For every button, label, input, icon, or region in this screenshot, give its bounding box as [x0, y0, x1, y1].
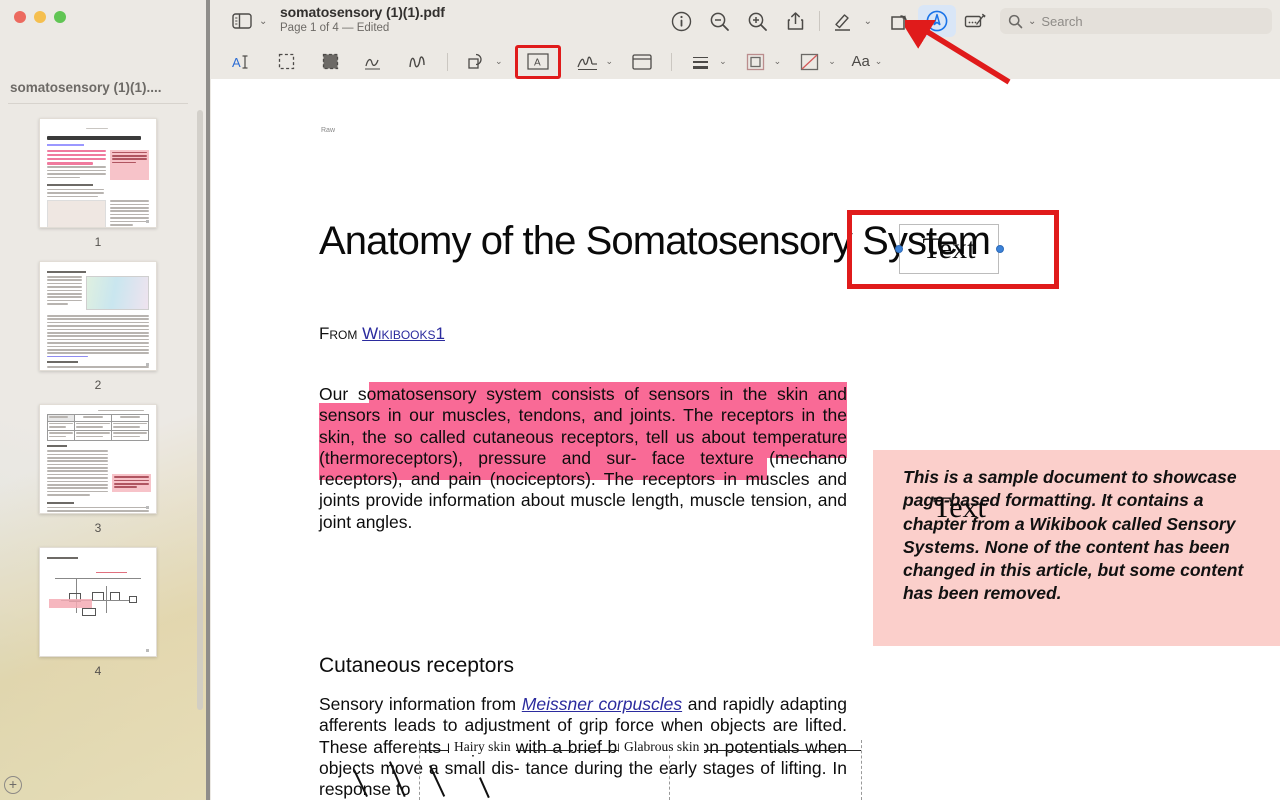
close-button[interactable] [14, 11, 26, 23]
toolbar-separator [818, 11, 820, 31]
search-chevron-icon[interactable]: ⌄ [1028, 16, 1036, 27]
text-annotation-overlay[interactable]: Text [933, 491, 986, 525]
chevron-down-icon[interactable]: ⌄ [719, 56, 727, 67]
font-tool[interactable]: Aa [848, 49, 874, 75]
sidebar-divider [8, 103, 188, 104]
hair-stroke [353, 769, 368, 797]
chevron-down-icon[interactable]: ⌄ [864, 16, 872, 27]
running-head: Raw [321, 127, 336, 134]
app-window: somatosensory (1)(1).... 1 2 3 4 + ⌄ som… [0, 0, 1280, 800]
figure-divider [419, 740, 420, 800]
skin-receptors-figure: Hairy skin Glabrous skin [331, 734, 862, 800]
meissner-corpuscles-link[interactable]: Meissner corpuscles [522, 694, 682, 714]
thumbnail-sidebar: somatosensory (1)(1).... 1 2 3 4 + [0, 0, 210, 800]
para2-pre: Sensory information from [319, 694, 522, 714]
highlight-pen-icon[interactable] [824, 5, 862, 37]
thumbnail-page-number: 1 [94, 235, 102, 249]
chevron-down-icon[interactable]: ⌄ [495, 56, 503, 67]
page-thumbnail-2[interactable] [39, 261, 157, 371]
wikibooks-link[interactable]: Wikibooks1 [362, 324, 445, 343]
pdf-page: Raw Anatomy of the Somatosensory System … [211, 79, 1280, 800]
markup-toolbar: A ⌄ A ⌄ ⌄ ⌄ ⌄ Aa ⌄ [211, 44, 1280, 79]
toolbar: ⌄ somatosensory (1)(1).pdf Page 1 of 4 —… [211, 0, 1280, 44]
rectangular-selection-tool[interactable] [269, 49, 303, 75]
callout-text: This is a sample document to showcase pa… [903, 467, 1244, 604]
thumbnail-page-number: 4 [94, 664, 102, 678]
share-icon[interactable] [777, 5, 815, 37]
zoom-in-icon[interactable] [739, 5, 777, 37]
text-annotation-box[interactable]: Text [899, 224, 999, 274]
document-info: somatosensory (1)(1).pdf Page 1 of 4 — E… [280, 4, 445, 34]
svg-text:A: A [232, 55, 241, 70]
chevron-down-icon[interactable]: ⌄ [875, 56, 883, 67]
shapes-tool[interactable] [460, 49, 494, 75]
section-heading-cutaneous-receptors: Cutaneous receptors [319, 654, 514, 677]
list-item[interactable]: 2 [0, 261, 196, 392]
thumbnail-page-number: 3 [94, 521, 102, 535]
svg-text:A: A [534, 58, 541, 69]
chevron-down-icon[interactable]: ⌄ [828, 56, 836, 67]
list-item[interactable]: 4 [0, 547, 196, 678]
thumbnail-page-number: 2 [94, 378, 102, 392]
figure-arrow-far-right [771, 750, 861, 751]
figure-divider [861, 740, 862, 800]
note-tool[interactable] [625, 49, 659, 75]
instant-alpha-tool[interactable] [313, 49, 347, 75]
text-selection-tool[interactable]: A [225, 49, 259, 75]
draw-tool[interactable] [401, 49, 435, 75]
sidebar-icon[interactable] [229, 8, 255, 34]
search-field[interactable]: ⌄ [1000, 8, 1272, 34]
sample-document-callout: This is a sample document to showcase pa… [873, 450, 1280, 646]
page-thumbnail-3[interactable] [39, 404, 157, 514]
info-icon[interactable] [663, 5, 701, 37]
sign-tool[interactable] [571, 49, 605, 75]
hair-stroke [429, 765, 445, 797]
chevron-down-icon[interactable]: ⌄ [774, 56, 782, 67]
hair-stroke [479, 777, 490, 799]
markup-separator [671, 52, 673, 71]
sketch-tool[interactable] [357, 49, 391, 75]
text-tool[interactable]: A [524, 49, 552, 75]
border-color-tool[interactable] [739, 49, 773, 75]
hair-stroke [389, 761, 406, 797]
page-thumbnail-1[interactable] [39, 118, 157, 228]
line-style-tool[interactable] [684, 49, 718, 75]
text-annotation-value: Text [922, 232, 976, 265]
page-thumbnail-4[interactable] [39, 547, 157, 657]
chevron-down-icon[interactable]: ⌄ [606, 56, 614, 67]
source-line: From Wikibooks1 [319, 324, 445, 344]
resize-handle-left[interactable] [895, 245, 903, 253]
zoom-button[interactable] [54, 11, 66, 23]
sidebar-document-name: somatosensory (1)(1).... [10, 80, 162, 95]
resize-handle-right[interactable] [996, 245, 1004, 253]
pointer-arrow-annotation [905, 20, 1011, 85]
sidebar-divider-vertical [206, 0, 210, 800]
paragraph-somatosensory: Our somatosensory system consists of sen… [319, 384, 847, 532]
figure-label-hairy-skin: Hairy skin [449, 739, 516, 755]
from-label: From [319, 324, 363, 343]
main-window: ⌄ somatosensory (1)(1).pdf Page 1 of 4 —… [211, 0, 1280, 800]
window-controls [14, 11, 66, 23]
markup-separator [447, 52, 448, 71]
list-item[interactable]: 3 [0, 404, 196, 535]
sidebar-scrollbar[interactable] [197, 110, 203, 710]
figure-label-glabrous-skin: Glabrous skin [619, 739, 705, 755]
document-title: Anatomy of the Somatosensory System [319, 219, 991, 263]
chevron-down-icon[interactable]: ⌄ [259, 16, 267, 27]
fill-color-tool[interactable] [793, 49, 827, 75]
add-page-button[interactable]: + [4, 776, 22, 794]
list-item[interactable]: 1 [0, 118, 196, 249]
zoom-out-icon[interactable] [701, 5, 739, 37]
thumbnail-list[interactable]: 1 2 3 4 [0, 106, 196, 776]
document-status: Page 1 of 4 — Edited [280, 22, 390, 34]
document-view[interactable]: Raw Anatomy of the Somatosensory System … [211, 79, 1280, 800]
search-input[interactable] [1041, 13, 1257, 29]
page-title: somatosensory (1)(1).pdf [280, 4, 445, 20]
minimize-button[interactable] [34, 11, 46, 23]
text-tool-highlight-annotation: A [514, 44, 561, 79]
